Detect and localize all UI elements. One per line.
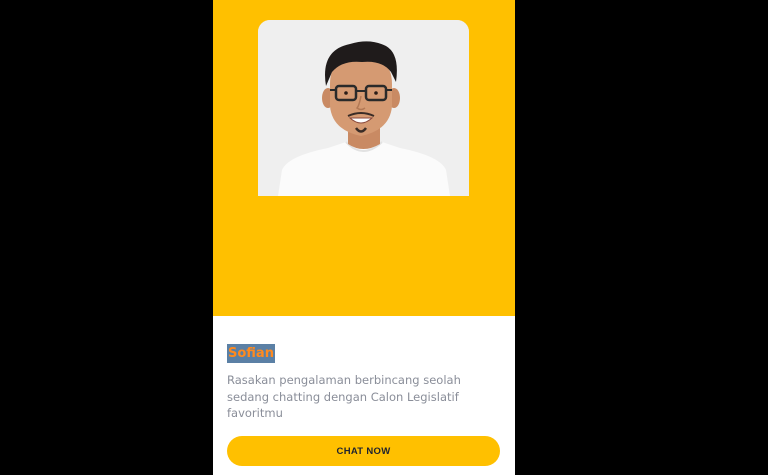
chat-now-button[interactable]: CHAT NOW — [227, 436, 500, 466]
candidate-name: Sofian — [227, 344, 275, 363]
card-body: Sofian Rasakan pengalaman berbincang seo… — [213, 316, 515, 475]
candidate-card: Sofian Rasakan pengalaman berbincang seo… — [213, 0, 515, 475]
person-portrait-icon — [258, 20, 469, 196]
candidate-photo — [258, 20, 469, 196]
page-background: Sofian Rasakan pengalaman berbincang seo… — [0, 0, 768, 475]
hero-banner — [213, 0, 515, 316]
candidate-description: Rasakan pengalaman berbincang seolah sed… — [227, 373, 461, 420]
